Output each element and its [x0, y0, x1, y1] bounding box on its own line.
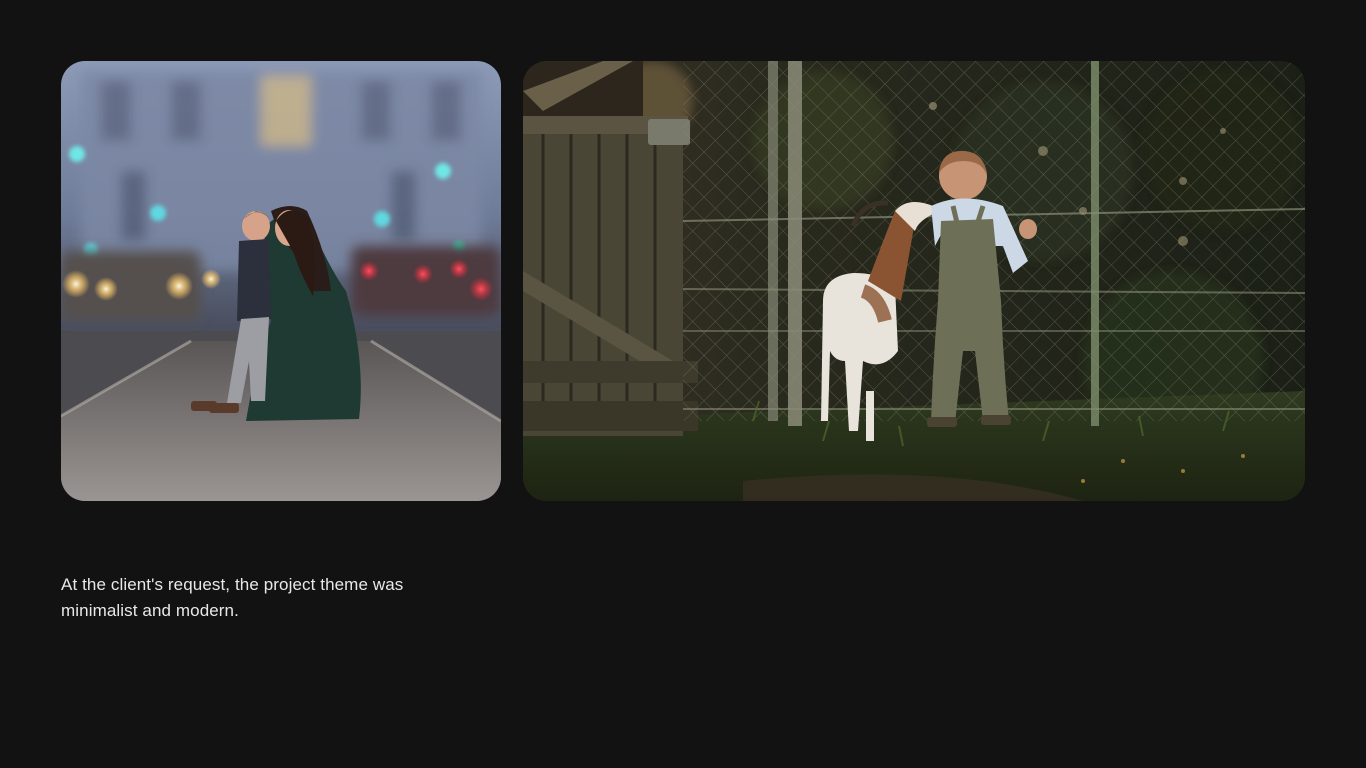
page: At the client's request, the project the…	[0, 0, 1366, 768]
boy-and-goat-at-fence-photo[interactable]	[523, 61, 1305, 501]
project-caption: At the client's request, the project the…	[61, 575, 404, 620]
photo-gallery	[61, 61, 1305, 501]
mother-and-son-city-street-photo[interactable]	[61, 61, 501, 501]
